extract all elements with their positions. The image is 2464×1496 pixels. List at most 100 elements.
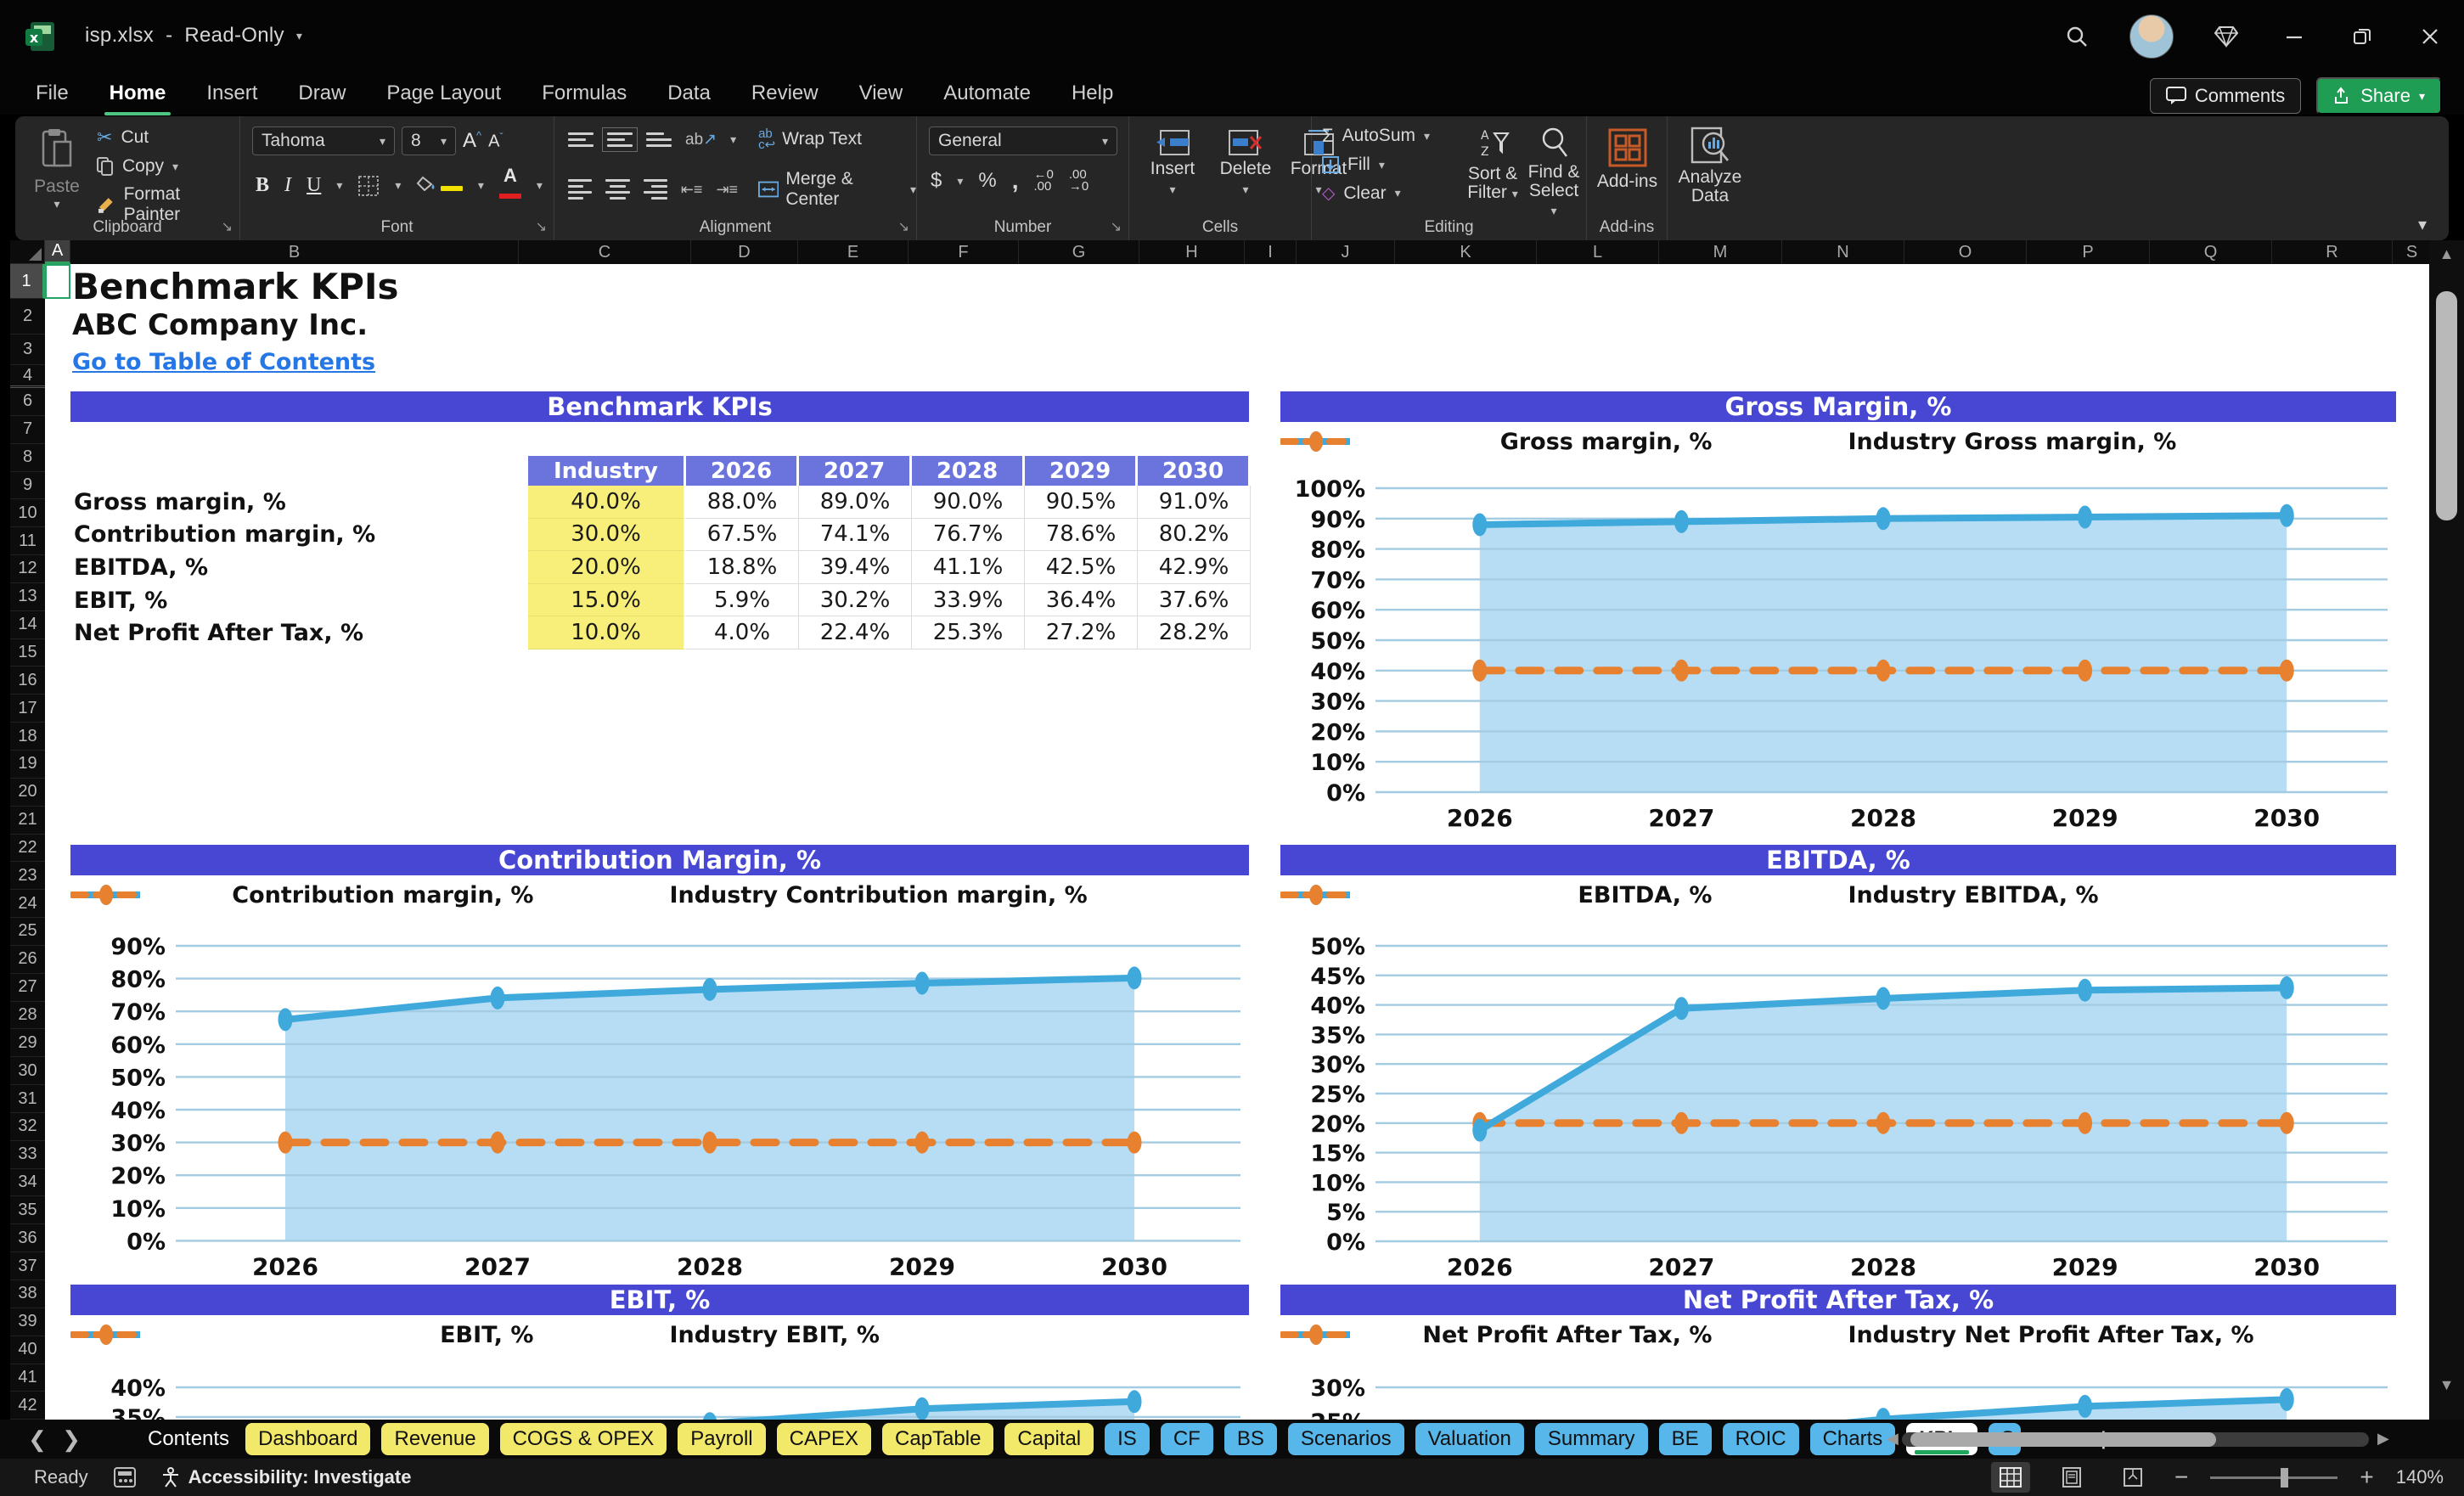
row-header-40[interactable]: 40 [10, 1336, 45, 1364]
sheet-tab-contents[interactable]: Contents [143, 1423, 234, 1455]
autosum-button[interactable]: Σ AutoSum ▾ [1322, 125, 1430, 147]
row-header-41[interactable]: 41 [10, 1364, 45, 1392]
borders-icon[interactable] [357, 175, 380, 197]
scroll-down-icon[interactable]: ▼ [2429, 1376, 2464, 1394]
align-bottom-icon[interactable] [646, 132, 672, 147]
sheet-tab-bs[interactable]: BS [1224, 1423, 1277, 1455]
alignment-dialog-launcher-icon[interactable]: ↘ [898, 218, 909, 235]
zoom-out-icon[interactable]: − [2174, 1464, 2188, 1491]
menu-tab-review[interactable]: Review [750, 76, 820, 110]
column-header-R[interactable]: R [2272, 240, 2393, 264]
menu-tab-insert[interactable]: Insert [205, 76, 259, 110]
row-header-22[interactable]: 22 [10, 835, 45, 863]
menu-tab-home[interactable]: Home [104, 76, 172, 115]
normal-view-button[interactable] [1991, 1462, 2030, 1493]
sheet-tab-scenarios[interactable]: Scenarios [1287, 1423, 1404, 1455]
row-header-38[interactable]: 38 [10, 1280, 45, 1308]
table-of-contents-link[interactable]: Go to Table of Contents [72, 349, 375, 375]
row-header-42[interactable]: 42 [10, 1392, 45, 1420]
sheet-tab-charts[interactable]: Charts [1809, 1423, 1896, 1455]
row-header-21[interactable]: 21 [10, 807, 45, 835]
user-avatar[interactable] [2129, 14, 2174, 59]
row-header-13[interactable]: 13 [10, 583, 45, 611]
decrease-decimal-icon[interactable]: .00 →0 [1069, 168, 1089, 193]
menu-tab-draw[interactable]: Draw [296, 76, 347, 110]
font-family-select[interactable]: Tahoma ▾ [252, 127, 395, 155]
row-header-16[interactable]: 16 [10, 666, 45, 695]
chart-contribution-margin-[interactable]: Contribution Margin, % Contribution margi… [70, 845, 1249, 1282]
table-cell[interactable]: 74.1% [799, 518, 912, 552]
table-cell[interactable]: 39.4% [799, 551, 912, 584]
column-header-K[interactable]: K [1395, 240, 1537, 264]
table-cell[interactable]: 15.0% [528, 583, 686, 617]
sheet-tab-capex[interactable]: CAPEX [776, 1423, 872, 1455]
column-header-J[interactable]: J [1297, 240, 1395, 264]
sheet-tab-capital[interactable]: Capital [1004, 1423, 1094, 1455]
row-header-36[interactable]: 36 [10, 1224, 45, 1253]
zoom-level[interactable]: 140% [2396, 1466, 2444, 1488]
paste-button[interactable]: Paste ▾ [31, 128, 83, 211]
macro-record-icon[interactable] [113, 1467, 136, 1488]
table-cell[interactable]: 67.5% [686, 518, 799, 552]
close-button[interactable] [2415, 21, 2445, 52]
font-size-select[interactable]: 8 ▾ [402, 127, 456, 155]
row-header-6[interactable]: 6 [10, 388, 45, 416]
column-header-H[interactable]: H [1139, 240, 1245, 264]
column-header-C[interactable]: C [519, 240, 691, 264]
column-header-P[interactable]: P [2027, 240, 2150, 264]
increase-decimal-icon[interactable]: ←0.00 [1034, 168, 1054, 193]
row-header-10[interactable]: 10 [10, 499, 45, 528]
wrap-text-button[interactable]: ab c↩ Wrap Text [758, 127, 862, 151]
row-header-31[interactable]: 31 [10, 1085, 45, 1113]
comments-button[interactable]: Comments [2149, 78, 2302, 114]
minimize-button[interactable] [2279, 21, 2309, 52]
row-header-14[interactable]: 14 [10, 611, 45, 639]
table-cell[interactable]: 36.4% [1025, 583, 1138, 617]
row-header-29[interactable]: 29 [10, 1029, 45, 1058]
table-cell[interactable]: 89.0% [799, 486, 912, 519]
align-left-icon[interactable] [568, 179, 593, 200]
font-color-button[interactable]: A [498, 166, 521, 204]
find-select-button[interactable]: Find & Select ▾ [1526, 127, 1582, 220]
table-cell[interactable]: 30.0% [528, 518, 686, 552]
row-header-18[interactable]: 18 [10, 723, 45, 751]
page-break-view-button[interactable] [2113, 1462, 2152, 1493]
row-header-27[interactable]: 27 [10, 974, 45, 1002]
table-cell[interactable]: 20.0% [528, 551, 686, 584]
column-header-G[interactable]: G [1019, 240, 1139, 264]
sort-filter-button[interactable]: AZ Sort & Filter ▾ [1463, 127, 1522, 203]
hscroll-left-icon[interactable]: ◀ [1887, 1430, 1899, 1448]
next-sheet-icon[interactable]: ❯ [54, 1426, 88, 1453]
table-cell[interactable]: 10.0% [528, 616, 686, 650]
decrease-indent-icon[interactable]: ⇤≡ [681, 181, 703, 199]
decrease-font-icon[interactable]: Aˇ [488, 131, 503, 152]
percent-format-icon[interactable]: % [978, 169, 996, 193]
column-header-F[interactable]: F [909, 240, 1019, 264]
row-header-9[interactable]: 9 [10, 472, 45, 500]
cut-button[interactable]: ✂ Cut [97, 127, 239, 149]
table-header-2030[interactable]: 2030 [1138, 456, 1251, 486]
increase-font-icon[interactable]: A^ [463, 129, 481, 153]
hscroll-right-icon[interactable]: ▶ [2377, 1430, 2389, 1448]
row-header-4[interactable]: 4 [10, 365, 45, 388]
table-cell[interactable]: 80.2% [1138, 518, 1251, 552]
table-cell[interactable]: 5.9% [686, 583, 799, 617]
chart-net-profit-after-tax-[interactable]: Net Profit After Tax, % Net Profit After … [1280, 1285, 2396, 1420]
table-cell[interactable]: 76.7% [912, 518, 1025, 552]
row-header-17[interactable]: 17 [10, 695, 45, 723]
fill-color-button[interactable] [416, 176, 463, 195]
table-cell[interactable]: 4.0% [686, 616, 799, 650]
row-header-32[interactable]: 32 [10, 1113, 45, 1141]
clear-button[interactable]: ◇ Clear ▾ [1322, 183, 1430, 204]
table-cell[interactable]: 27.2% [1025, 616, 1138, 650]
row-header-33[interactable]: 33 [10, 1141, 45, 1169]
row-header-11[interactable]: 11 [10, 527, 45, 556]
column-header-E[interactable]: E [798, 240, 909, 264]
table-cell[interactable]: 28.2% [1138, 616, 1251, 650]
number-dialog-launcher-icon[interactable]: ↘ [1111, 218, 1122, 235]
sheet-tab-summary[interactable]: Summary [1534, 1423, 1648, 1455]
select-all-corner[interactable] [10, 240, 45, 264]
scroll-up-icon[interactable]: ▲ [2429, 245, 2464, 263]
table-cell[interactable]: 18.8% [686, 551, 799, 584]
column-header-L[interactable]: L [1537, 240, 1659, 264]
